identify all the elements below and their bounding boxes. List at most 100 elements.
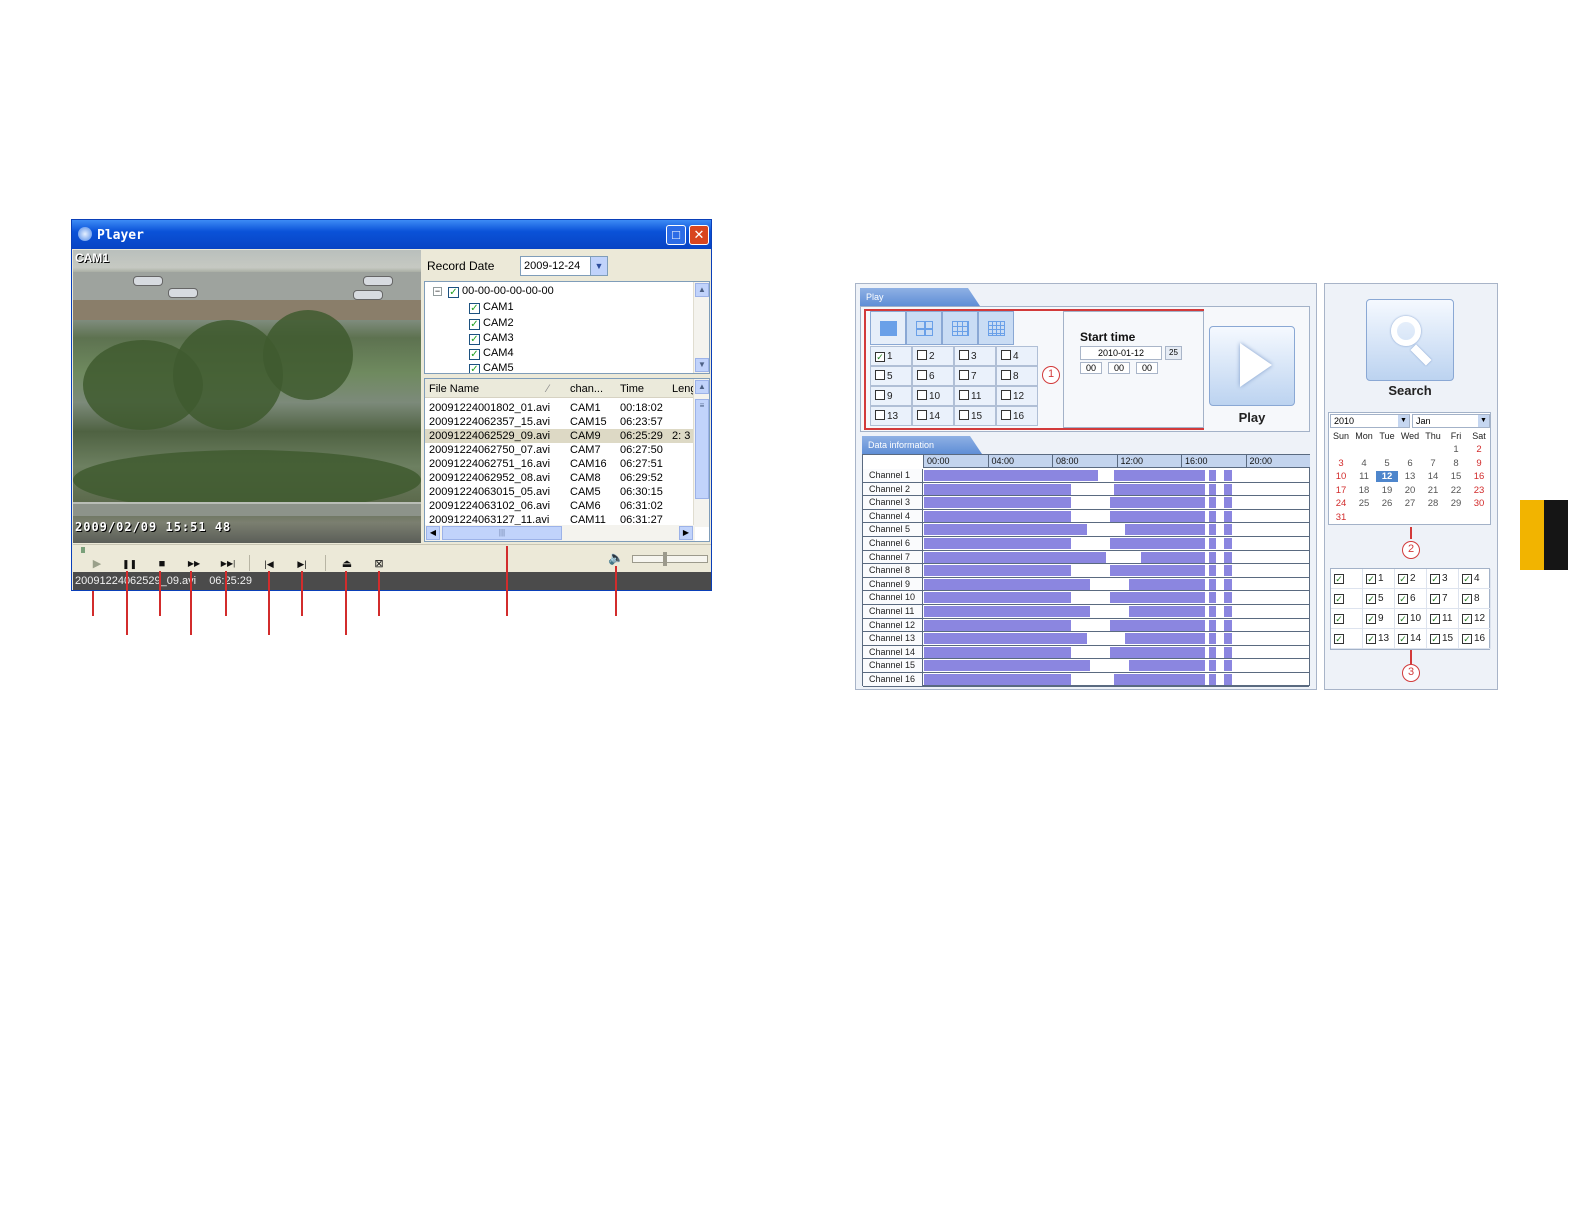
timeline-row[interactable]: Channel 16 [863, 673, 1309, 687]
checkbox-icon[interactable]: ✓ [1334, 594, 1344, 604]
checkbox-icon[interactable]: ✓ [1430, 634, 1440, 644]
start-hour-input[interactable]: 00 [1080, 362, 1102, 374]
channel-checkbox-12[interactable]: 12 [996, 386, 1038, 406]
checkbox-icon[interactable] [1001, 390, 1011, 400]
channel-checkbox-11[interactable]: 11 [954, 386, 996, 406]
snapshot-icon[interactable]: ⏏ [340, 558, 354, 570]
file-row[interactable]: 20091224063102_06.avi CAM6 06:31:02 [425, 499, 695, 513]
calendar-day[interactable]: 3 [1330, 458, 1352, 469]
channel-checkbox-8[interactable]: 8 [996, 366, 1038, 386]
stop-icon[interactable]: ■ [155, 558, 169, 570]
search-channel-16[interactable]: ✓ 16 [1459, 629, 1491, 649]
calendar-day[interactable]: 2 [1468, 444, 1490, 455]
checkbox-icon[interactable]: ✓ [1334, 574, 1344, 584]
timeline-row[interactable]: Channel 12 [863, 618, 1309, 633]
checkbox-icon[interactable] [875, 410, 885, 420]
hscroll-thumb[interactable]: ||| [442, 526, 562, 540]
search-channel-3[interactable]: ✓ 3 [1427, 569, 1459, 589]
col-time[interactable]: Time [620, 383, 644, 395]
play-button[interactable] [1209, 326, 1295, 406]
calendar-day[interactable]: 16 [1468, 471, 1490, 482]
timeline-row[interactable]: Channel 5 [863, 523, 1309, 537]
calendar-day[interactable]: 15 [1445, 471, 1467, 482]
checkbox-icon[interactable]: ✓ [1398, 634, 1408, 644]
tree-item-cam2[interactable]: ✓ CAM2 [469, 317, 514, 330]
checkbox-icon[interactable]: ✓ [1430, 594, 1440, 604]
timeline-row[interactable]: Channel 10 [863, 591, 1309, 605]
year-select[interactable]: 2010 ▼ [1330, 414, 1410, 428]
tree-item-cam4[interactable]: ✓ CAM4 [469, 347, 514, 360]
timeline-row[interactable]: Channel 11 [863, 605, 1309, 619]
calendar-day[interactable]: 9 [1468, 458, 1490, 469]
pause-icon[interactable]: ❚❚ [122, 558, 137, 570]
search-channel-14[interactable]: ✓ 14 [1395, 629, 1427, 649]
split-4-button[interactable] [906, 311, 942, 345]
checkbox-icon[interactable]: ✓ [1430, 574, 1440, 584]
timeline-row[interactable]: Channel 1 [863, 469, 1309, 483]
channel-checkbox-5[interactable]: 5 [870, 366, 912, 386]
start-second-input[interactable]: 00 [1136, 362, 1158, 374]
player-titlebar[interactable]: Player □ ✕ [72, 220, 711, 249]
calendar-day[interactable]: 19 [1376, 485, 1398, 496]
search-channel-8[interactable]: ✓ 8 [1459, 589, 1491, 609]
start-date-input[interactable]: 2010-01-12 [1080, 346, 1162, 360]
search-channel-6[interactable]: ✓ 6 [1395, 589, 1427, 609]
search-channel-4[interactable]: ✓ 4 [1459, 569, 1491, 589]
checkbox-icon[interactable]: ✓ [1398, 574, 1408, 584]
file-row[interactable]: 20091224062751_16.avi CAM16 06:27:51 [425, 457, 695, 471]
timeline-row[interactable]: Channel 6 [863, 537, 1309, 551]
search-channel-12[interactable]: ✓ 12 [1459, 609, 1491, 629]
close-icon[interactable]: ✕ [689, 225, 709, 245]
timeline-row[interactable]: Channel 14 [863, 645, 1309, 660]
calendar-day[interactable]: 27 [1399, 498, 1421, 509]
split-1-button[interactable] [870, 311, 906, 345]
calendar-day[interactable]: 30 [1468, 498, 1490, 509]
timeline-row[interactable]: Channel 3 [863, 496, 1309, 510]
checkbox-icon[interactable]: ✓ [1398, 614, 1408, 624]
checkbox-icon[interactable]: ✓ [1462, 574, 1472, 584]
file-row[interactable]: 20091224062529_09.avi CAM9 06:25:29 2: 3 [425, 429, 695, 443]
channel-checkbox-10[interactable]: 10 [912, 386, 954, 406]
channel-checkbox-9[interactable]: 9 [870, 386, 912, 406]
calendar-day[interactable]: 26 [1376, 498, 1398, 509]
checkbox-icon[interactable] [1001, 410, 1011, 420]
timeline-row[interactable]: Channel 9 [863, 577, 1309, 592]
volume-icon[interactable]: 🔈 [608, 550, 624, 566]
tree-item-cam5[interactable]: ✓ CAM5 [469, 362, 514, 373]
start-minute-input[interactable]: 00 [1108, 362, 1130, 374]
checkbox-icon[interactable]: ✓ [1462, 614, 1472, 624]
channel-checkbox-6[interactable]: 6 [912, 366, 954, 386]
scroll-down-icon[interactable]: ▼ [695, 358, 709, 372]
checkbox-icon[interactable] [1001, 370, 1011, 380]
file-list-hscroll[interactable]: ◀ ||| ▶ [425, 525, 695, 541]
chevron-down-icon[interactable]: ▼ [1398, 415, 1409, 427]
split-16-button[interactable] [978, 311, 1014, 345]
split-9-button[interactable] [942, 311, 978, 345]
calendar-day[interactable]: 23 [1468, 485, 1490, 496]
calendar-icon[interactable]: 25 [1165, 346, 1182, 360]
maximize-icon[interactable]: □ [666, 225, 686, 245]
checkbox-icon[interactable]: ✓ [1366, 594, 1376, 604]
scroll-up-icon[interactable]: ▲ [695, 283, 709, 297]
channel-checkbox-1[interactable]: ✓ 1 [870, 346, 912, 366]
volume-knob[interactable] [663, 552, 667, 566]
checkbox-icon[interactable]: ✓ [1462, 594, 1472, 604]
channel-checkbox-16[interactable]: 16 [996, 406, 1038, 426]
record-date-select[interactable]: 2009-12-24 ▼ [520, 256, 608, 276]
col-channel[interactable]: chan... [570, 383, 603, 395]
checkbox-icon[interactable] [959, 410, 969, 420]
checkbox-icon[interactable]: ✓ [1334, 634, 1344, 644]
calendar-day[interactable]: 18 [1353, 485, 1375, 496]
channel-checkbox-2[interactable]: 2 [912, 346, 954, 366]
calendar-day[interactable]: 25 [1353, 498, 1375, 509]
chevron-down-icon[interactable]: ▼ [1478, 415, 1489, 427]
calendar-day[interactable]: 29 [1445, 498, 1467, 509]
calendar-day[interactable]: 6 [1399, 458, 1421, 469]
channel-checkbox-7[interactable]: 7 [954, 366, 996, 386]
checkbox-icon[interactable] [875, 370, 885, 380]
calendar-day[interactable]: 20 [1399, 485, 1421, 496]
seek-slider[interactable] [81, 547, 85, 553]
search-channel-13[interactable]: ✓ 13 [1363, 629, 1395, 649]
file-row[interactable]: 20091224062952_08.avi CAM8 06:29:52 [425, 471, 695, 485]
tree-item-cam3[interactable]: ✓ CAM3 [469, 332, 514, 345]
